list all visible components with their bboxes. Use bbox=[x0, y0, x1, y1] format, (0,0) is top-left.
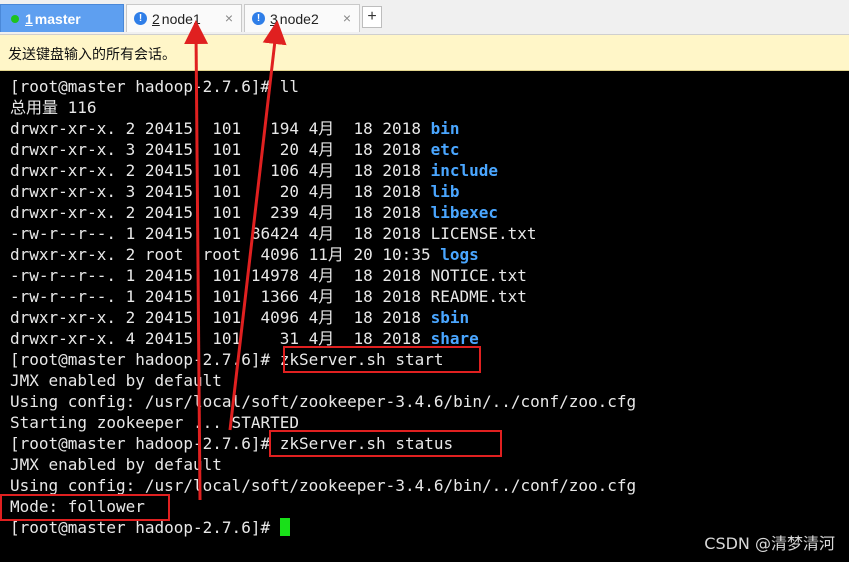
file-info: drwxr-xr-x. 2 20415 101 106 4月 18 2018 bbox=[10, 161, 431, 180]
file-info: -rw-r--r--. 1 20415 101 1366 4月 18 2018 bbox=[10, 287, 431, 306]
file-info: drwxr-xr-x. 3 20415 101 20 4月 18 2018 bbox=[10, 182, 431, 201]
highlight-status-command bbox=[269, 430, 502, 457]
watermark: CSDN @清梦清河 bbox=[704, 534, 835, 553]
prompt: [root@master hadoop-2.7.6]# bbox=[10, 350, 280, 369]
tab-label: node1 bbox=[161, 10, 201, 27]
listing-row: -rw-r--r--. 1 20415 101 86424 4月 18 2018… bbox=[10, 223, 537, 244]
file-name: README.txt bbox=[430, 287, 527, 306]
dir-name: libexec bbox=[430, 203, 499, 222]
connected-status-icon bbox=[11, 14, 19, 23]
file-info: drwxr-xr-x. 2 root root 4096 11月 20 10:3… bbox=[10, 245, 441, 264]
tab-number: 3 bbox=[270, 10, 278, 27]
listing-row: -rw-r--r--. 1 20415 101 1366 4月 18 2018 … bbox=[10, 286, 527, 307]
new-tab-button[interactable]: + bbox=[362, 6, 382, 28]
dir-name: logs bbox=[440, 245, 479, 264]
terminal-line: 总用量 116 bbox=[10, 98, 97, 117]
highlight-mode bbox=[0, 494, 170, 521]
file-info: drwxr-xr-x. 2 20415 101 239 4月 18 2018 bbox=[10, 203, 431, 222]
terminal-output[interactable]: [root@master hadoop-2.7.6]# ll 总用量 116 d… bbox=[0, 72, 849, 562]
tab-number: 1 bbox=[25, 10, 33, 27]
listing-row: drwxr-xr-x. 2 20415 101 106 4月 18 2018 i… bbox=[10, 160, 498, 181]
tab-label: node2 bbox=[279, 10, 319, 27]
file-name: NOTICE.txt bbox=[430, 266, 527, 285]
close-tab-icon[interactable]: × bbox=[343, 10, 351, 26]
dir-name: include bbox=[430, 161, 499, 180]
listing-row: drwxr-xr-x. 2 20415 101 194 4月 18 2018 b… bbox=[10, 118, 460, 139]
file-info: drwxr-xr-x. 2 20415 101 194 4月 18 2018 bbox=[10, 119, 431, 138]
listing-row: drwxr-xr-x. 2 20415 101 4096 4月 18 2018 … bbox=[10, 307, 469, 328]
file-info: drwxr-xr-x. 2 20415 101 4096 4月 18 2018 bbox=[10, 308, 431, 327]
listing-row: drwxr-xr-x. 2 20415 101 239 4月 18 2018 l… bbox=[10, 202, 498, 223]
listing-row: -rw-r--r--. 1 20415 101 14978 4月 18 2018… bbox=[10, 265, 527, 286]
tab-bar: 1 master ! 2 node1 × ! 3 node2 × + bbox=[0, 0, 849, 35]
close-tab-icon[interactable]: × bbox=[225, 10, 233, 26]
tab-node1[interactable]: ! 2 node1 × bbox=[126, 4, 242, 32]
tab-master[interactable]: 1 master bbox=[0, 4, 124, 32]
file-info: -rw-r--r--. 1 20415 101 86424 4月 18 2018 bbox=[10, 224, 431, 243]
file-name: LICENSE.txt bbox=[430, 224, 537, 243]
terminal-line: Using config: /usr/local/soft/zookeeper-… bbox=[10, 392, 637, 411]
broadcast-notice: 发送键盘输入的所有会话。 bbox=[0, 35, 849, 71]
file-info: drwxr-xr-x. 3 20415 101 20 4月 18 2018 bbox=[10, 140, 431, 159]
listing-row: drwxr-xr-x. 2 root root 4096 11月 20 10:3… bbox=[10, 244, 479, 265]
terminal-line: [root@master hadoop-2.7.6]# ll bbox=[10, 77, 299, 96]
tab-number: 2 bbox=[152, 10, 160, 27]
file-info: -rw-r--r--. 1 20415 101 14978 4月 18 2018 bbox=[10, 266, 431, 285]
prompt: [root@master hadoop-2.7.6]# bbox=[10, 434, 280, 453]
dir-name: etc bbox=[430, 140, 460, 159]
dir-name: bin bbox=[430, 119, 460, 138]
dir-name: sbin bbox=[430, 308, 470, 327]
listing-row: drwxr-xr-x. 3 20415 101 20 4月 18 2018 li… bbox=[10, 181, 460, 202]
terminal-line: Starting zookeeper ... STARTED bbox=[10, 413, 299, 432]
warning-icon: ! bbox=[252, 12, 265, 25]
listing-row: drwxr-xr-x. 3 20415 101 20 4月 18 2018 et… bbox=[10, 139, 460, 160]
terminal-cursor bbox=[279, 518, 290, 536]
dir-name: lib bbox=[430, 182, 460, 201]
tab-label: master bbox=[34, 10, 81, 27]
highlight-start-command bbox=[283, 346, 481, 373]
terminal-line: JMX enabled by default bbox=[10, 371, 222, 390]
terminal-line: JMX enabled by default bbox=[10, 455, 222, 474]
tab-node2[interactable]: ! 3 node2 × bbox=[244, 4, 360, 32]
warning-icon: ! bbox=[134, 12, 147, 25]
terminal-line: Using config: /usr/local/soft/zookeeper-… bbox=[10, 476, 637, 495]
